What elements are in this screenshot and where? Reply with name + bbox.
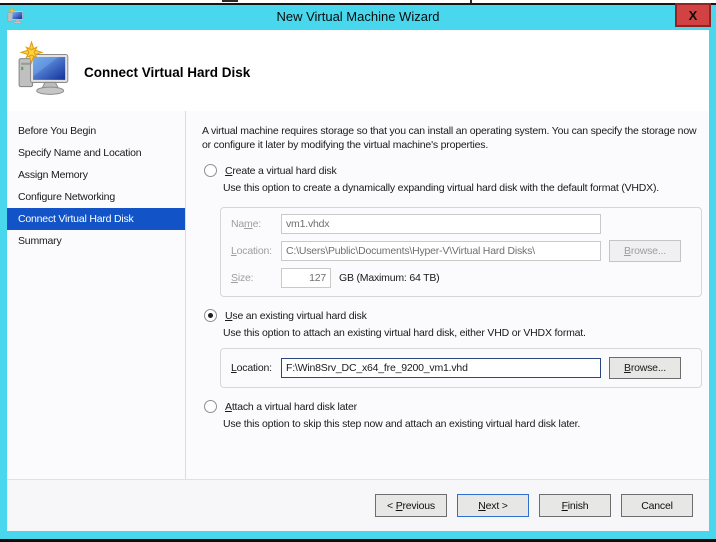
sidebar-item-connect-virtual-hard-disk: Connect Virtual Hard Disk (7, 208, 185, 230)
vm-wizard-icon (7, 7, 25, 25)
name-input (281, 214, 601, 234)
size-unit-text: GB (Maximum: 64 TB) (339, 272, 439, 284)
close-button[interactable]: X (675, 3, 711, 27)
existing-disk-location-group: Location: Browse... (220, 348, 702, 388)
radio-existing-disk[interactable] (204, 309, 217, 322)
browse-button-disabled: Browse... (609, 240, 681, 262)
existing-location-label: Location: (231, 362, 281, 374)
wizard-window: New Virtual Machine Wizard X (0, 3, 716, 542)
existing-disk-description: Use this option to attach an existing vi… (223, 327, 703, 340)
wizard-header: Connect Virtual Hard Disk (7, 30, 709, 111)
browse-button[interactable]: Browse... (609, 357, 681, 379)
sidebar: Before You Begin Specify Name and Locati… (7, 111, 185, 479)
name-field-row: Name: (231, 214, 691, 234)
size-label: Size: (231, 272, 281, 284)
sidebar-item-assign-memory: Assign Memory (7, 164, 185, 186)
attach-later-option[interactable]: Attach a virtual hard disk later (204, 400, 703, 413)
close-icon: X (689, 8, 698, 23)
sidebar-item-specify-name-and-location: Specify Name and Location (7, 142, 185, 164)
existing-location-input[interactable] (281, 358, 601, 378)
size-field-row: Size: GB (Maximum: 64 TB) (231, 268, 691, 288)
size-input (281, 268, 331, 288)
name-label: Name: (231, 218, 281, 230)
screen: New Virtual Machine Wizard X (0, 0, 716, 542)
wizard-body: Before You Begin Specify Name and Locati… (7, 111, 709, 479)
footer-button-bar: < Previous Next > Finish Cancel (7, 479, 709, 531)
next-button[interactable]: Next > (457, 494, 529, 517)
previous-button[interactable]: < Previous (375, 494, 447, 517)
content-area: A virtual machine requires storage so th… (186, 111, 709, 479)
cancel-button[interactable]: Cancel (621, 494, 693, 517)
location-label: Location: (231, 245, 281, 257)
radio-attach-later[interactable] (204, 400, 217, 413)
background-window-text-fragment (222, 0, 238, 2)
new-vm-icon (16, 40, 74, 100)
create-disk-description: Use this option to create a dynamically … (223, 182, 703, 195)
radio-create-disk[interactable] (204, 164, 217, 177)
intro-text: A virtual machine requires storage so th… (202, 124, 703, 152)
window-title: New Virtual Machine Wizard (276, 9, 439, 24)
radio-attach-later-label[interactable]: Attach a virtual hard disk later (225, 401, 357, 413)
page-title: Connect Virtual Hard Disk (84, 65, 250, 80)
titlebar: New Virtual Machine Wizard X (0, 5, 716, 28)
create-disk-fields-group: Name: Location: Browse... Size: GB (Maxi… (220, 207, 702, 297)
sidebar-item-configure-networking: Configure Networking (7, 186, 185, 208)
existing-disk-option[interactable]: Use an existing virtual hard disk (204, 309, 703, 322)
radio-existing-disk-label[interactable]: Use an existing virtual hard disk (225, 310, 367, 322)
wizard-panel: Connect Virtual Hard Disk Before You Beg… (7, 30, 709, 531)
create-disk-option[interactable]: Create a virtual hard disk (204, 164, 703, 177)
location-field-row: Location: Browse... (231, 240, 691, 262)
sidebar-item-before-you-begin: Before You Begin (7, 120, 185, 142)
existing-location-row: Location: Browse... (231, 357, 691, 379)
attach-later-description: Use this option to skip this step now an… (223, 418, 703, 431)
location-input (281, 241, 601, 261)
sidebar-item-summary: Summary (7, 230, 185, 252)
finish-button[interactable]: Finish (539, 494, 611, 517)
radio-create-disk-label[interactable]: Create a virtual hard disk (225, 165, 337, 177)
